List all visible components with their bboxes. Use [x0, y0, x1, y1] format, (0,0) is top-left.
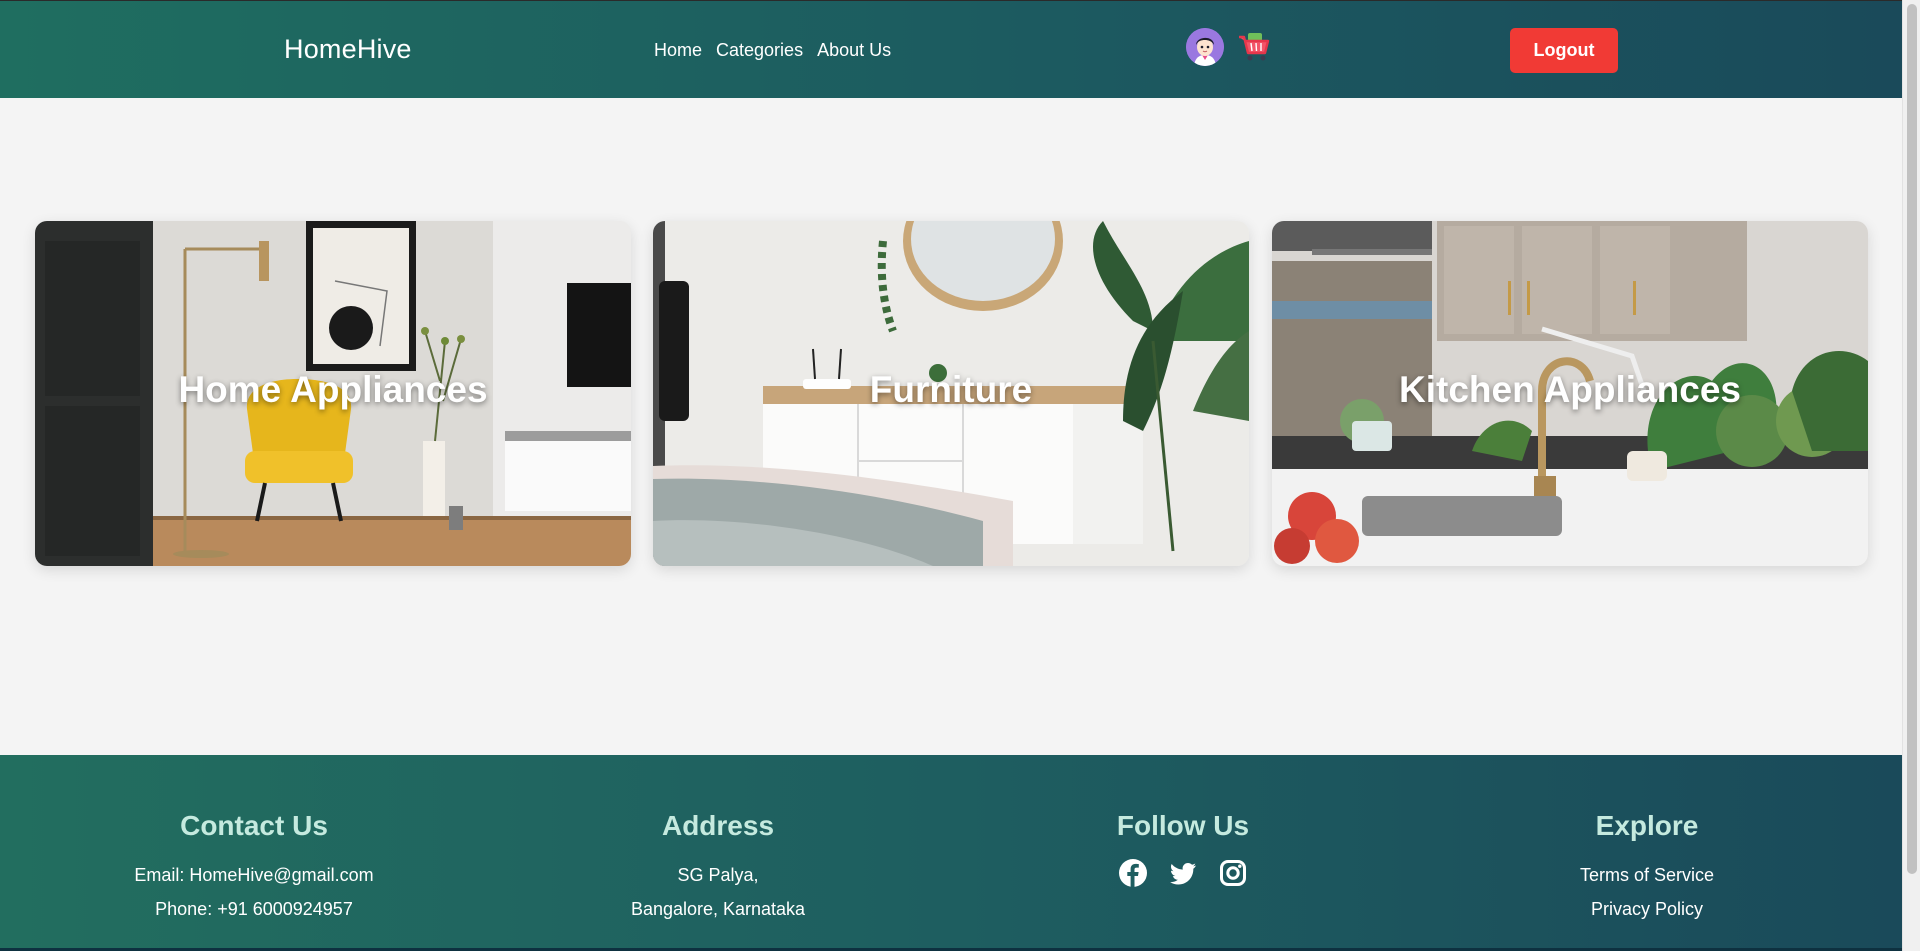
- page: HomeHive Home Categories About Us Logout…: [0, 0, 1902, 951]
- social-links: [973, 858, 1393, 888]
- footer-contact: Contact Us Email: HomeHive@gmail.com Pho…: [44, 810, 464, 926]
- nav-home-link[interactable]: Home: [654, 40, 702, 61]
- brand-logo[interactable]: HomeHive: [284, 34, 412, 65]
- instagram-icon[interactable]: [1218, 858, 1248, 888]
- terms-of-service-link[interactable]: Terms of Service: [1437, 858, 1857, 892]
- footer-follow-heading: Follow Us: [1116, 810, 1250, 841]
- nav-categories-link[interactable]: Categories: [716, 40, 803, 61]
- category-card-kitchen-appliances[interactable]: Kitchen Appliances: [1272, 221, 1868, 566]
- category-title: Kitchen Appliances: [1399, 369, 1741, 410]
- main-nav: Home Categories About Us: [654, 40, 891, 61]
- site-footer: Contact Us Email: HomeHive@gmail.com Pho…: [0, 755, 1902, 951]
- category-title: Home Appliances: [178, 369, 488, 410]
- facebook-icon[interactable]: [1118, 858, 1148, 888]
- footer-address: Address SG Palya, Bangalore, Karnataka: [508, 810, 928, 926]
- category-title: Furniture: [869, 369, 1033, 410]
- footer-address-heading: Address: [661, 810, 775, 841]
- logout-button[interactable]: Logout: [1510, 28, 1618, 73]
- address-line-2: Bangalore, Karnataka: [630, 899, 806, 919]
- shopping-cart-icon[interactable]: [1237, 31, 1271, 63]
- twitter-icon[interactable]: [1168, 858, 1198, 888]
- footer-explore: Explore Terms of Service Privacy Policy: [1437, 810, 1857, 926]
- footer-follow: Follow Us: [973, 810, 1393, 888]
- privacy-policy-link[interactable]: Privacy Policy: [1437, 892, 1857, 926]
- footer-explore-heading: Explore: [1595, 810, 1699, 841]
- category-card-home-appliances[interactable]: Home Appliances: [35, 221, 631, 566]
- address-line-1: SG Palya,: [677, 865, 759, 885]
- contact-phone: Phone: +91 6000924957: [155, 899, 353, 919]
- contact-email: Email: HomeHive@gmail.com: [134, 865, 374, 885]
- footer-contact-heading: Contact Us: [180, 810, 328, 841]
- nav-about-link[interactable]: About Us: [817, 40, 891, 61]
- category-card-furniture[interactable]: Furniture: [653, 221, 1249, 566]
- user-avatar-icon[interactable]: [1186, 28, 1224, 66]
- vertical-scrollbar[interactable]: [1902, 0, 1920, 951]
- scrollbar-thumb[interactable]: [1907, 4, 1917, 874]
- top-navbar: HomeHive Home Categories About Us Logout: [0, 0, 1902, 98]
